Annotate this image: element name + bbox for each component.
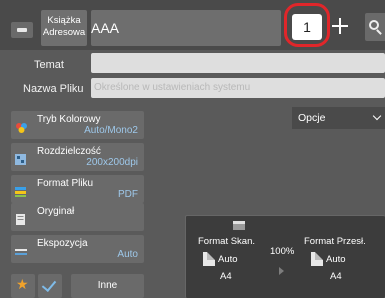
favorite-button[interactable]: ★ <box>11 274 35 298</box>
options-label: Opcje <box>298 112 326 124</box>
send-size-label: Format Przesł. <box>304 236 366 247</box>
add-destination-icon[interactable] <box>331 17 349 35</box>
scan-size-value: Auto <box>218 254 238 265</box>
scan-size-label: Format Skan. <box>198 236 256 247</box>
destination-field[interactable]: AAA <box>91 10 281 46</box>
exposure-label: Ekspozycja <box>37 238 88 249</box>
resolution-button[interactable]: Rozdzielczość 200x200dpi <box>11 143 144 171</box>
address-card-icon[interactable] <box>11 22 33 38</box>
check-icon <box>41 276 57 293</box>
filename-label: Nazwa Pliku <box>23 83 84 95</box>
send-size-value: Auto <box>326 254 346 265</box>
top-bar: Książka Adresowa AAA 1 <box>0 0 385 50</box>
star-icon: ★ <box>16 276 29 292</box>
confirm-button[interactable] <box>38 274 62 298</box>
scanner-icon <box>233 221 245 230</box>
highlight-ring <box>284 3 330 47</box>
file-format-value: PDF <box>118 189 138 200</box>
scan-document-icon <box>203 252 215 266</box>
color-mode-button[interactable]: Tryb Kolorowy Auto/Mono2 <box>11 111 144 139</box>
resolution-value: 200x200dpi <box>86 157 138 168</box>
resolution-label: Rozdzielczość <box>37 146 101 157</box>
subject-label: Temat <box>34 59 64 71</box>
resolution-icon <box>15 152 28 165</box>
send-paper: A4 <box>330 271 342 282</box>
send-document-icon <box>311 252 323 266</box>
color-mode-label: Tryb Kolorowy <box>37 114 101 125</box>
original-label: Oryginał <box>37 206 75 217</box>
address-book-button[interactable]: Książka Adresowa <box>41 10 87 46</box>
original-button[interactable]: Oryginał <box>11 203 144 231</box>
other-button[interactable]: Inne <box>71 274 144 298</box>
exposure-value: Auto <box>117 249 138 260</box>
exposure-button[interactable]: Ekspozycja Auto <box>11 235 144 263</box>
search-button[interactable] <box>365 13 385 41</box>
chevron-down-icon <box>372 111 382 121</box>
filename-field[interactable]: Określone w ustawieniach systemu <box>91 78 385 98</box>
ratio-text: 100% <box>270 246 295 257</box>
color-mode-value: Auto/Mono2 <box>84 125 138 136</box>
subject-field[interactable] <box>91 53 385 73</box>
file-format-button[interactable]: Format Pliku PDF <box>11 175 144 203</box>
options-dropdown[interactable]: Opcje <box>292 107 385 129</box>
scan-paper: A4 <box>220 271 232 282</box>
arrow-right-icon <box>279 267 284 275</box>
exposure-icon <box>15 244 28 255</box>
file-format-icon <box>15 184 28 197</box>
original-icon <box>15 212 28 225</box>
size-preview-panel: Format Skan. Auto A4 100% Format Przesł.… <box>185 215 385 298</box>
color-mode-icon <box>15 120 28 133</box>
destination-text: AAA <box>91 20 120 36</box>
file-format-label: Format Pliku <box>37 178 94 189</box>
